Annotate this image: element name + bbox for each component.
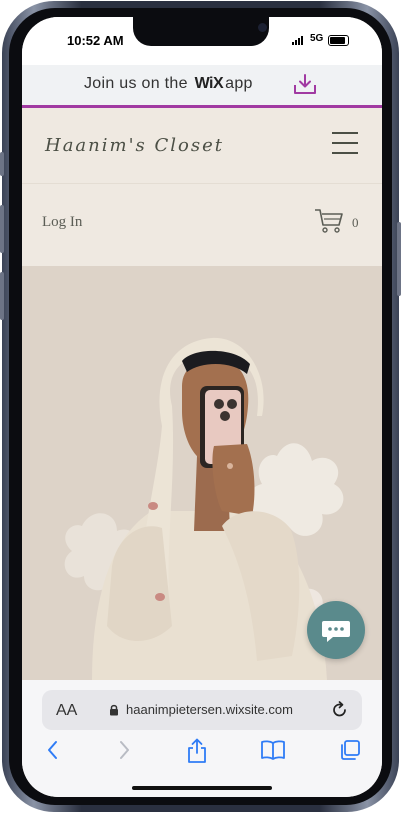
- back-icon[interactable]: [44, 738, 62, 762]
- bookmarks-icon[interactable]: [260, 738, 286, 762]
- menu-icon[interactable]: [332, 132, 358, 154]
- status-bar: 10:52 AM 5G: [22, 17, 382, 65]
- forward-icon[interactable]: [115, 738, 133, 762]
- banner-text: Join us on the WiX app: [84, 75, 253, 93]
- power-button: [397, 222, 401, 296]
- url-text[interactable]: haanimpietersen.wixsite.com: [126, 702, 293, 717]
- volume-up-button: [0, 205, 4, 253]
- phone-screen: 10:52 AM 5G Join us on the WiX app Haanim…: [22, 17, 382, 797]
- chat-icon: [322, 621, 350, 642]
- cart-count: 0: [352, 215, 359, 230]
- text-size-button[interactable]: AA: [56, 702, 77, 720]
- notch: [133, 17, 269, 46]
- browser-toolbar: [22, 738, 382, 778]
- address-bar[interactable]: AA haanimpietersen.wixsite.com: [42, 690, 362, 730]
- banner-text-before: Join us on the: [84, 75, 188, 92]
- lock-icon: [110, 704, 118, 716]
- battery-icon: [328, 35, 349, 46]
- front-camera: [258, 23, 267, 32]
- tabs-icon[interactable]: [338, 738, 362, 762]
- cart-icon[interactable]: [314, 208, 344, 234]
- mute-switch: [0, 152, 4, 176]
- browser-bottom-bar: AA haanimpietersen.wixsite.com: [22, 680, 382, 797]
- status-time: 10:52 AM: [67, 33, 124, 48]
- reload-icon[interactable]: [330, 700, 350, 720]
- chat-button[interactable]: [307, 601, 365, 659]
- download-icon[interactable]: [293, 73, 317, 95]
- signal-icon: [292, 36, 303, 45]
- share-icon[interactable]: [186, 738, 208, 764]
- site-title[interactable]: Haanim's Closet: [45, 135, 224, 156]
- account-bar: Log In 0: [22, 184, 382, 266]
- site-header: Haanim's Closet: [22, 108, 382, 184]
- wix-app-banner[interactable]: Join us on the WiX app: [22, 65, 382, 108]
- network-label: 5G: [310, 33, 324, 44]
- login-link[interactable]: Log In: [42, 214, 82, 231]
- banner-text-after: app: [225, 75, 253, 92]
- wix-logo: WiX: [194, 75, 224, 92]
- volume-down-button: [0, 272, 4, 320]
- home-indicator: [132, 786, 272, 790]
